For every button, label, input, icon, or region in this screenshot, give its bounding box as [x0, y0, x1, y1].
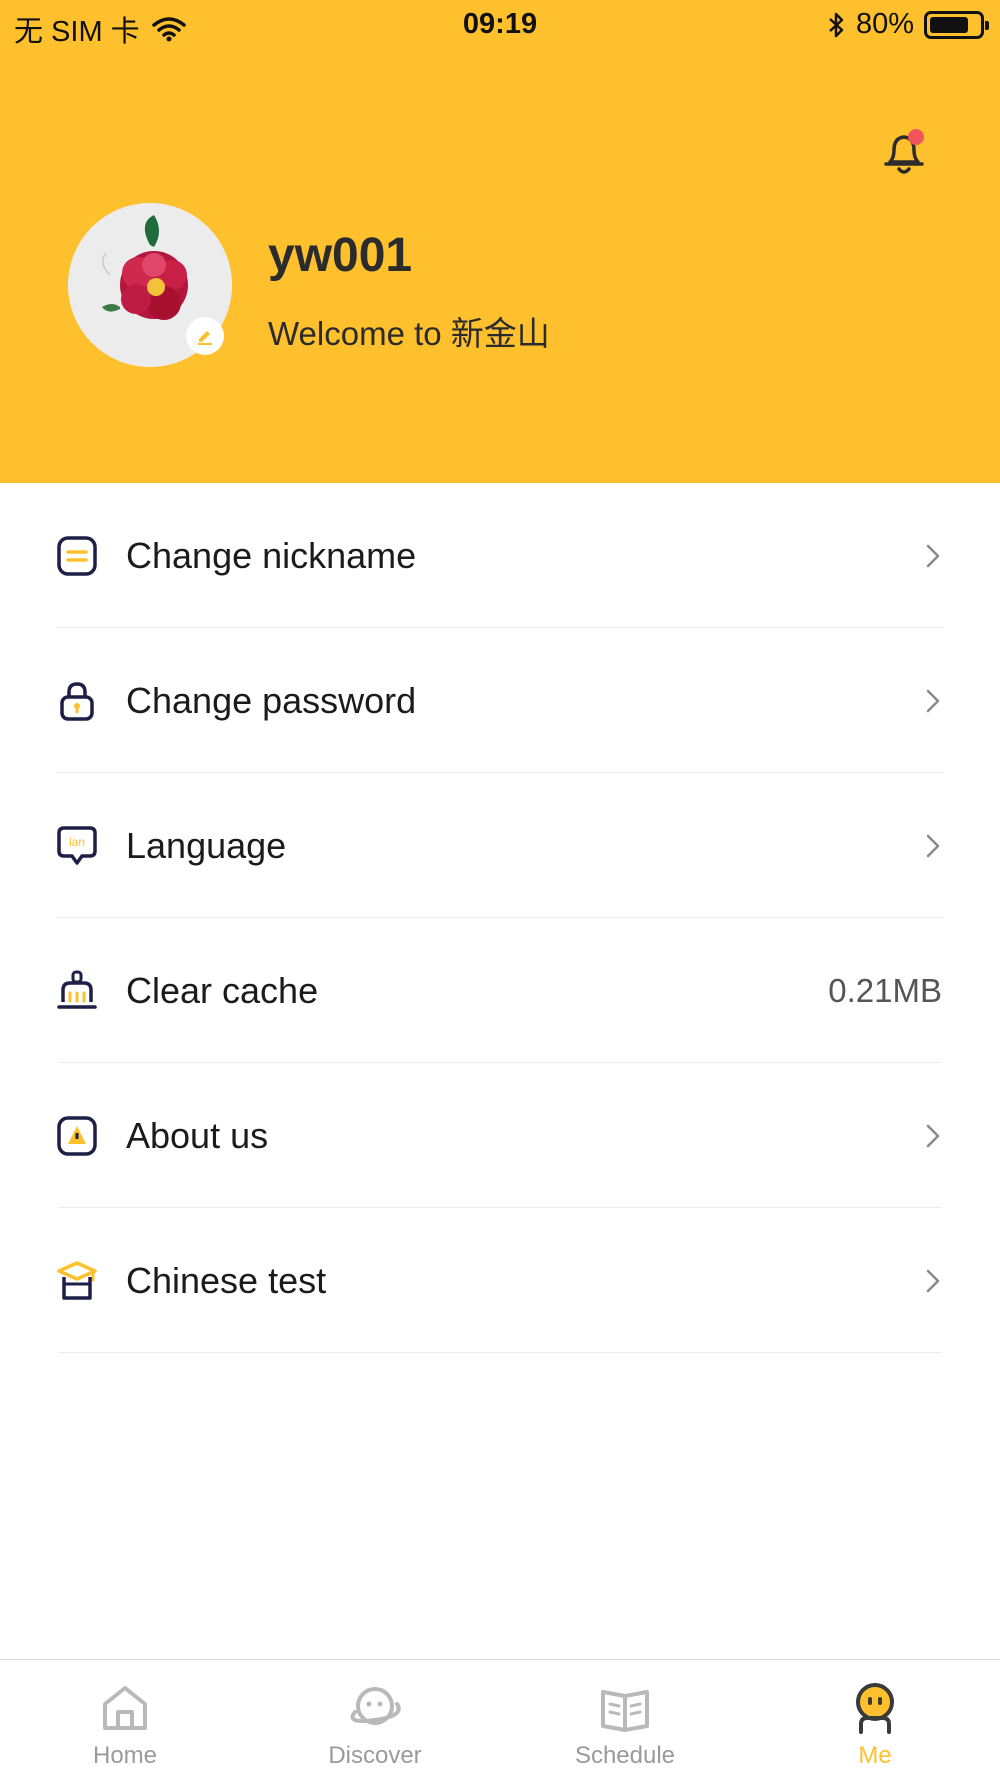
battery-percent: 80%: [855, 8, 914, 40]
broom-icon: [57, 970, 97, 1009]
username: yw001: [268, 229, 413, 282]
menu-item-clear-cache[interactable]: Clear cache 0.21MB: [0, 918, 1000, 1063]
planet-icon: [350, 1687, 401, 1725]
menu-item-about-us[interactable]: About us: [0, 1063, 1000, 1208]
menu-item-language[interactable]: lan Language: [0, 773, 1000, 918]
menu-item-change-password[interactable]: Change password: [0, 628, 1000, 773]
tab-me[interactable]: Me: [750, 1660, 1000, 1778]
cache-size-value: 0.21MB: [828, 971, 942, 1009]
welcome-text: Welcome to 新金山: [268, 315, 550, 352]
lock-icon: [60, 681, 94, 721]
notification-bell-icon[interactable]: [880, 126, 928, 178]
menu-item-label: Clear cache: [126, 969, 319, 1011]
notification-dot: [908, 129, 924, 145]
graduation-cap-icon: [57, 1260, 97, 1300]
tab-label: Schedule: [574, 1742, 676, 1769]
tab-label: Home: [92, 1742, 158, 1769]
chevron-right-icon: [926, 1269, 940, 1292]
status-bar: 无 SIM 卡 09:19 80%: [0, 0, 1000, 50]
info-square-icon: [57, 1115, 97, 1156]
menu-item-label: About us: [126, 1114, 269, 1156]
tab-schedule[interactable]: Schedule: [500, 1660, 750, 1778]
chevron-right-icon: [926, 544, 940, 567]
menu-item-label: Chinese test: [126, 1259, 327, 1301]
chevron-right-icon: [926, 834, 940, 857]
avatar-edit-button[interactable]: [186, 317, 224, 355]
tab-label: Me: [858, 1742, 892, 1769]
person-icon: [856, 1683, 894, 1734]
language-bubble-icon: lan: [57, 825, 97, 865]
status-right: 80%: [826, 8, 989, 41]
book-icon: [601, 1690, 649, 1732]
menu-item-chinese-test[interactable]: Chinese test: [0, 1208, 1000, 1353]
profile-header: 无 SIM 卡 09:19 80% yw001 Welcome to 新金山: [0, 0, 1000, 483]
settings-menu: Change nickname Change password lan Lang…: [0, 483, 1000, 1353]
menu-item-change-nickname[interactable]: Change nickname: [0, 483, 1000, 628]
chevron-right-icon: [926, 1124, 940, 1147]
home-icon: [103, 1686, 147, 1730]
menu-item-label: Change nickname: [126, 534, 417, 576]
svg-text:lan: lan: [69, 835, 85, 849]
nickname-card-icon: [57, 535, 97, 576]
tab-label: Discover: [328, 1742, 422, 1769]
battery-icon: [924, 10, 989, 39]
bottom-tab-bar: Home Discover Schedule Me: [0, 1659, 1000, 1778]
battery-level-fill: [930, 16, 969, 33]
pencil-icon: [198, 331, 212, 345]
menu-item-label: Language: [126, 824, 287, 866]
tab-discover[interactable]: Discover: [250, 1660, 500, 1778]
tab-home[interactable]: Home: [0, 1660, 250, 1778]
chevron-right-icon: [926, 689, 940, 712]
bluetooth-icon: [829, 12, 844, 37]
menu-item-label: Change password: [126, 679, 417, 721]
